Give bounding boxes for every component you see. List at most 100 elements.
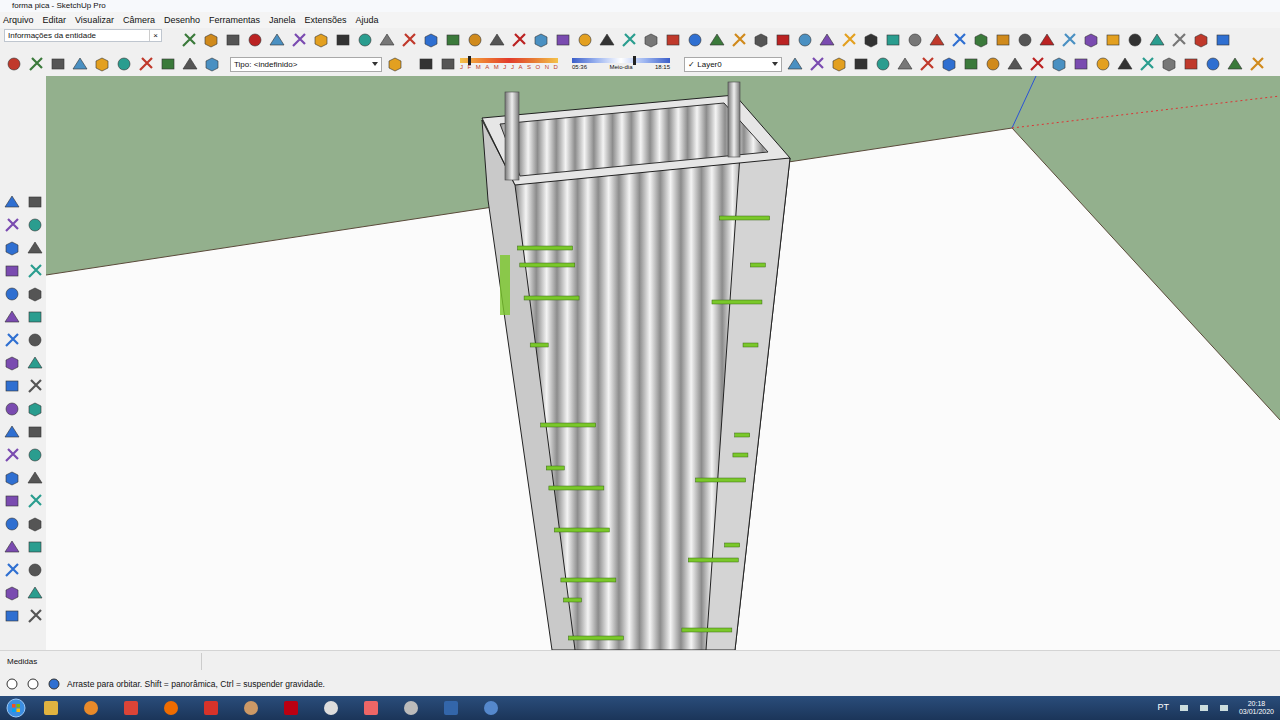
tool-icon[interactable]	[2, 560, 21, 579]
date-track[interactable]	[460, 58, 558, 63]
entity-info-panel[interactable]: Informações da entidade×	[4, 29, 162, 42]
tool-icon[interactable]	[179, 31, 198, 50]
tool-icon[interactable]	[1049, 55, 1068, 74]
tool-icon[interactable]	[2, 491, 21, 510]
tool-icon[interactable]	[487, 31, 506, 50]
menu-item[interactable]: Ajuda	[356, 12, 379, 28]
time-thumb[interactable]	[633, 56, 636, 65]
tool-icon[interactable]	[25, 514, 44, 533]
menu-item[interactable]: Editar	[43, 12, 67, 28]
tool-icon[interactable]	[1247, 55, 1266, 74]
taskbar-app-icon[interactable]	[156, 699, 186, 717]
tool-icon[interactable]	[443, 31, 462, 50]
tool-icon[interactable]	[2, 261, 21, 280]
taskbar-app-icon[interactable]	[36, 699, 66, 717]
tool-icon[interactable]	[25, 284, 44, 303]
tool-icon[interactable]	[851, 55, 870, 74]
tool-icon[interactable]	[92, 55, 111, 74]
tool-icon[interactable]	[25, 215, 44, 234]
tool-icon[interactable]	[1059, 31, 1078, 50]
tool-icon[interactable]	[25, 445, 44, 464]
tool-icon[interactable]	[1015, 31, 1034, 50]
date-slider[interactable]: JFMAMJJASOND	[460, 58, 558, 71]
tool-icon[interactable]	[939, 55, 958, 74]
time-slider[interactable]: 05:36Meio-dia18:15	[572, 58, 670, 71]
tool-icon[interactable]	[1125, 31, 1144, 50]
tool-icon[interactable]	[2, 284, 21, 303]
tool-icon[interactable]	[289, 31, 308, 50]
tool-icon[interactable]	[2, 514, 21, 533]
tool-icon[interactable]	[2, 215, 21, 234]
tool-icon[interactable]	[267, 31, 286, 50]
tool-icon[interactable]	[333, 31, 352, 50]
taskbar-app-icon[interactable]	[276, 699, 306, 717]
menu-item[interactable]: Câmera	[123, 12, 155, 28]
layer-dropdown[interactable]: ✓ Layer0	[684, 57, 782, 72]
tool-icon[interactable]	[861, 31, 880, 50]
taskbar-app-icon[interactable]	[196, 699, 226, 717]
tool-icon[interactable]	[25, 330, 44, 349]
tool-icon[interactable]	[385, 55, 404, 74]
tool-icon[interactable]	[1093, 55, 1112, 74]
taskbar-app-icon[interactable]	[76, 699, 106, 717]
tool-icon[interactable]	[25, 560, 44, 579]
tool-icon[interactable]	[961, 55, 980, 74]
tool-icon[interactable]	[2, 376, 21, 395]
tool-icon[interactable]	[729, 31, 748, 50]
tool-icon[interactable]	[25, 491, 44, 510]
tool-icon[interactable]	[180, 55, 199, 74]
tool-icon[interactable]	[1191, 31, 1210, 50]
tool-icon[interactable]	[2, 307, 21, 326]
tool-icon[interactable]	[1137, 55, 1156, 74]
taskbar-app-icon[interactable]	[236, 699, 266, 717]
tool-icon[interactable]	[1081, 31, 1100, 50]
tool-icon[interactable]	[25, 238, 44, 257]
tool-icon[interactable]	[2, 330, 21, 349]
tool-icon[interactable]	[438, 55, 457, 74]
tool-icon[interactable]	[829, 55, 848, 74]
menu-item[interactable]: Visualizar	[75, 12, 114, 28]
taskbar-app-icon[interactable]	[396, 699, 426, 717]
tool-icon[interactable]	[25, 192, 44, 211]
language-indicator[interactable]: PT	[1157, 701, 1169, 715]
tool-icon[interactable]	[917, 55, 936, 74]
menu-item[interactable]: Desenho	[164, 12, 200, 28]
tool-icon[interactable]	[1213, 31, 1232, 50]
taskbar-app-icon[interactable]	[116, 699, 146, 717]
tool-icon[interactable]	[2, 422, 21, 441]
taskbar-app-icon[interactable]	[436, 699, 466, 717]
column-model[interactable]	[46, 76, 1280, 650]
taskbar-app-icon[interactable]	[356, 699, 386, 717]
tool-icon[interactable]	[355, 31, 374, 50]
tool-icon[interactable]	[817, 31, 836, 50]
tool-icon[interactable]	[416, 55, 435, 74]
tool-icon[interactable]	[773, 31, 792, 50]
tool-icon[interactable]	[2, 192, 21, 211]
tool-icon[interactable]	[2, 537, 21, 556]
tool-icon[interactable]	[2, 583, 21, 602]
tool-icon[interactable]	[895, 55, 914, 74]
start-button-icon[interactable]	[6, 698, 26, 718]
tool-icon[interactable]	[70, 55, 89, 74]
measurements-box[interactable]: Medidas	[7, 653, 202, 670]
tool-icon[interactable]	[311, 31, 330, 50]
tool-icon[interactable]	[25, 537, 44, 556]
tool-icon[interactable]	[1103, 31, 1122, 50]
tool-icon[interactable]	[2, 399, 21, 418]
tool-icon[interactable]	[1169, 31, 1188, 50]
clock[interactable]: 20:1803/01/2020	[1239, 700, 1274, 716]
tool-icon[interactable]	[201, 31, 220, 50]
tool-icon[interactable]	[1225, 55, 1244, 74]
tool-icon[interactable]	[553, 31, 572, 50]
tool-icon[interactable]	[2, 606, 21, 625]
tool-icon[interactable]	[158, 55, 177, 74]
tool-icon[interactable]	[1027, 55, 1046, 74]
tool-icon[interactable]	[1071, 55, 1090, 74]
tool-icon[interactable]	[25, 399, 44, 418]
close-button[interactable]: ×	[149, 30, 161, 41]
tool-icon[interactable]	[48, 55, 67, 74]
tool-icon[interactable]	[641, 31, 660, 50]
date-thumb[interactable]	[468, 56, 471, 65]
tool-icon[interactable]	[663, 31, 682, 50]
tool-icon[interactable]	[619, 31, 638, 50]
